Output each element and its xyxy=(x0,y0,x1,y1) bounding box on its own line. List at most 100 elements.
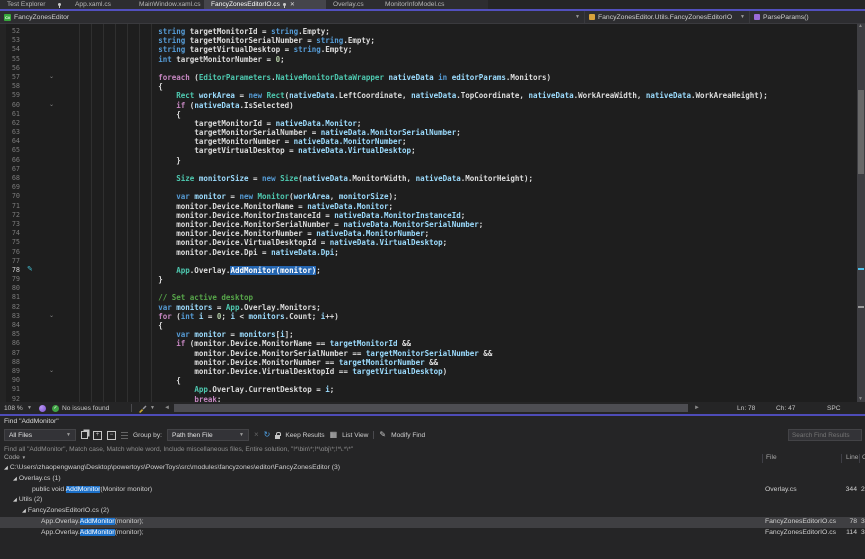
code-line-87[interactable]: 87 monitor.Device.MonitorSerialNumber ==… xyxy=(0,349,857,358)
code-line-89[interactable]: 89⌄ monitor.Device.VirtualDesktopId == t… xyxy=(0,367,857,376)
pencil-icon[interactable]: ✎ xyxy=(379,431,386,439)
result-row[interactable]: ◢Overlay.cs (1) xyxy=(0,474,865,485)
tab-Overlay.cs[interactable]: Overlay.cs xyxy=(326,0,378,9)
intellicode-icon[interactable] xyxy=(39,402,46,414)
pin-icon xyxy=(283,3,286,6)
scroll-right-icon[interactable]: ► xyxy=(694,402,700,414)
code-line-80[interactable]: 80 xyxy=(0,284,857,293)
navigation-bar: C# FancyZonesEditor ▼ FancyZonesEditor.U… xyxy=(0,11,865,24)
zoom-chevron-icon[interactable]: ▼ xyxy=(27,402,32,414)
line-column-header[interactable]: Line xyxy=(846,454,858,461)
code-line-72[interactable]: 72 monitor.Device.MonitorInstanceId = na… xyxy=(0,211,857,220)
code-line-60[interactable]: 60⌄ if (nativeData.IsSelected) xyxy=(0,101,857,110)
code-line-64[interactable]: 64 targetMonitorNumber = nativeData.Moni… xyxy=(0,137,857,146)
code-line-90[interactable]: 90 { xyxy=(0,376,857,385)
project-dropdown[interactable]: C# FancyZonesEditor ▼ xyxy=(0,11,585,24)
tab-App.xaml.cs[interactable]: App.xaml.cs xyxy=(68,0,132,9)
code-line-91[interactable]: 91 App.Overlay.CurrentDesktop = i; xyxy=(0,385,857,394)
csharp-project-icon: C# xyxy=(4,14,11,21)
code-line-62[interactable]: 62 targetMonitorId = nativeData.Monitor; xyxy=(0,119,857,128)
code-line-56[interactable]: 56 xyxy=(0,64,857,73)
code-line-55[interactable]: 55 int targetMonitorNumber = 0; xyxy=(0,55,857,64)
code-line-78[interactable]: 78✎ App.Overlay.AddMonitor(monitor); xyxy=(0,266,857,275)
result-row[interactable]: App.Overlay.AddMonitor(monitor);FancyZon… xyxy=(0,517,865,528)
code-line-69[interactable]: 69 xyxy=(0,183,857,192)
keep-results-label[interactable]: Keep Results xyxy=(285,432,324,439)
code-line-53[interactable]: 53 string targetMonitorSerialNumber = st… xyxy=(0,36,857,45)
code-line-75[interactable]: 75 monitor.Device.VirtualDesktopId = nat… xyxy=(0,238,857,247)
code-line-57[interactable]: 57⌄ foreach (EditorParameters.NativeMoni… xyxy=(0,73,857,82)
expand-arrow-icon[interactable]: ◢ xyxy=(22,508,26,514)
code-cleanup-icon[interactable] xyxy=(138,402,147,414)
tab-FancyZonesEditorIO.cs[interactable]: FancyZonesEditorIO.cs✕ xyxy=(204,0,326,9)
result-row[interactable]: ◢Utils (2) xyxy=(0,495,865,506)
result-row[interactable]: public void AddMonitor(Monitor monitor)O… xyxy=(0,485,865,496)
code-line-59[interactable]: 59 Rect workArea = new Rect(nativeData.L… xyxy=(0,91,857,100)
zoom-level[interactable]: 108 % xyxy=(4,402,23,414)
code-line-83[interactable]: 83⌄ for (int i = 0; i < monitors.Count; … xyxy=(0,312,857,321)
code-line-54[interactable]: 54 string targetVirtualDesktop = string.… xyxy=(0,45,857,54)
list-view-icon[interactable]: ▦ xyxy=(330,431,338,439)
filter-icon[interactable] xyxy=(121,432,128,439)
code-line-52[interactable]: 52 string targetMonitorId = string.Empty… xyxy=(0,27,857,36)
code-line-70[interactable]: 70 var monitor = new Monitor(workArea, m… xyxy=(0,192,857,201)
code-line-66[interactable]: 66 } xyxy=(0,156,857,165)
code-line-73[interactable]: 73 monitor.Device.MonitorSerialNumber = … xyxy=(0,220,857,229)
code-line-79[interactable]: 79 } xyxy=(0,275,857,284)
code-line-74[interactable]: 74 monitor.Device.MonitorNumber = native… xyxy=(0,229,857,238)
tab-MainWindow.xaml.cs[interactable]: MainWindow.xaml.cs xyxy=(132,0,204,9)
copy-icon[interactable] xyxy=(81,431,88,439)
close-icon[interactable]: ✕ xyxy=(290,1,295,8)
code-line-67[interactable]: 67 xyxy=(0,165,857,174)
cleanup-chevron-icon[interactable]: ▼ xyxy=(150,402,155,414)
member-dropdown[interactable]: ParseParams() xyxy=(750,11,865,24)
expand-all-icon[interactable]: + xyxy=(93,431,102,440)
code-line-86[interactable]: 86 if (monitor.Device.MonitorName == tar… xyxy=(0,339,857,348)
horizontal-scrollbar-thumb[interactable] xyxy=(174,404,688,412)
code-line-65[interactable]: 65 targetVirtualDesktop = nativeData.Vir… xyxy=(0,146,857,155)
code-line-61[interactable]: 61 { xyxy=(0,110,857,119)
expand-arrow-icon[interactable]: ◢ xyxy=(13,497,17,503)
collapse-all-icon[interactable]: − xyxy=(107,431,116,440)
health-status[interactable]: No issues found xyxy=(62,402,109,414)
tab-Test Explorer[interactable]: Test Explorer xyxy=(0,0,68,9)
result-row[interactable]: ◢C:\Users\zhaopengwang\Desktop\powertoys… xyxy=(0,463,865,474)
code-line-81[interactable]: 81 // Set active desktop xyxy=(0,293,857,302)
search-find-results-input[interactable] xyxy=(788,429,862,441)
code-line-63[interactable]: 63 targetMonitorSerialNumber = nativeDat… xyxy=(0,128,857,137)
file-column-header[interactable]: File xyxy=(766,454,777,461)
fold-arrow-icon[interactable]: ⌄ xyxy=(49,312,54,321)
code-line-92[interactable]: 92 break; xyxy=(0,395,857,403)
result-row[interactable]: ◢FancyZonesEditorIO.cs (2) xyxy=(0,506,865,517)
code-line-71[interactable]: 71 monitor.Device.MonitorName = nativeDa… xyxy=(0,202,857,211)
fold-arrow-icon[interactable]: ⌄ xyxy=(49,73,54,82)
type-dropdown[interactable]: FancyZonesEditor.Utils.FancyZonesEditorI… xyxy=(585,11,750,24)
vertical-scrollbar[interactable]: ▲ ▼ xyxy=(857,24,865,402)
result-row[interactable]: App.Overlay.AddMonitor(monitor);FancyZon… xyxy=(0,528,865,539)
code-editor[interactable]: 52 string targetMonitorId = string.Empty… xyxy=(0,24,857,402)
code-line-76[interactable]: 76 monitor.Device.Dpi = nativeData.Dpi; xyxy=(0,248,857,257)
code-line-77[interactable]: 77 xyxy=(0,257,857,266)
refresh-icon[interactable]: ↻ xyxy=(264,431,271,439)
list-view-label[interactable]: List View xyxy=(342,432,368,439)
code-line-85[interactable]: 85 var monitor = monitors[i]; xyxy=(0,330,857,339)
scrollbar-thumb[interactable] xyxy=(858,90,864,174)
lock-icon[interactable] xyxy=(275,435,280,439)
tab-MonitorInfoModel.cs[interactable]: MonitorInfoModel.cs xyxy=(378,0,488,9)
code-line-88[interactable]: 88 monitor.Device.MonitorNumber == targe… xyxy=(0,358,857,367)
code-line-58[interactable]: 58 { xyxy=(0,82,857,91)
health-check-icon[interactable]: ✓ xyxy=(52,402,59,414)
expand-arrow-icon[interactable]: ◢ xyxy=(13,476,17,482)
code-column-header[interactable]: Code ▼ xyxy=(4,454,26,461)
group-by-dropdown[interactable]: Path then File▼ xyxy=(167,429,249,441)
code-line-68[interactable]: 68 Size monitorSize = new Size(nativeDat… xyxy=(0,174,857,183)
scope-dropdown[interactable]: All Files▼ xyxy=(4,429,76,441)
modify-find-label[interactable]: Modify Find xyxy=(391,432,425,439)
expand-arrow-icon[interactable]: ◢ xyxy=(4,465,8,471)
scroll-left-icon[interactable]: ◄ xyxy=(164,402,170,414)
fold-arrow-icon[interactable]: ⌄ xyxy=(49,101,54,110)
fold-arrow-icon[interactable]: ⌄ xyxy=(49,367,54,376)
code-line-82[interactable]: 82 var monitors = App.Overlay.Monitors; xyxy=(0,303,857,312)
scroll-up-icon[interactable]: ▲ xyxy=(858,24,863,29)
code-line-84[interactable]: 84 { xyxy=(0,321,857,330)
